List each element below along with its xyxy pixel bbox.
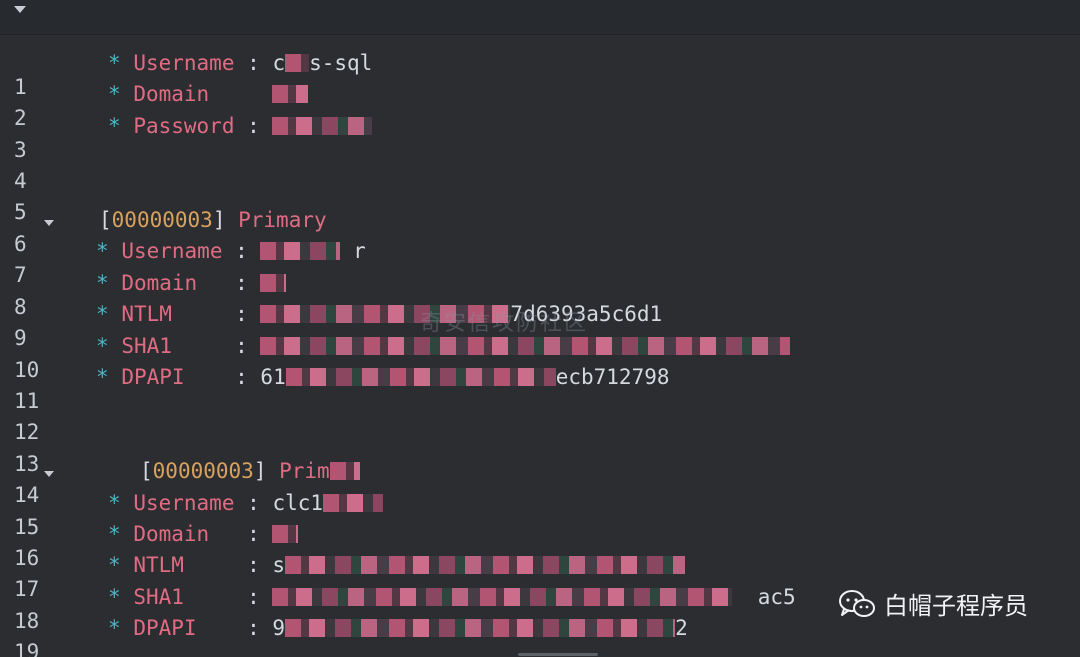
chevron-down-icon[interactable] [14,6,26,13]
line-content: * DPAPI : 92 [108,616,688,640]
line-content: * Username : clc1 [108,491,384,515]
line-content: * Domain [108,82,309,106]
code-line[interactable]: 11 * DPAPI : 61 ecb712798 [0,365,1080,413]
code-line[interactable]: 16 * Domain : [0,522,1080,570]
line-content: * Password : [108,114,373,138]
chevron-down-icon[interactable] [44,220,54,226]
line-content: * SHA1 : ac5 [108,585,796,609]
line-content: [00000003] Prim [140,459,360,483]
code-line[interactable]: 7 * Username : r [0,239,1080,287]
watermark: 奇安信攻防社区 [420,311,589,336]
redacted-value [285,367,556,386]
code-line[interactable]: 13 [0,428,1080,476]
code-line[interactable]: 3 * Password : [0,114,1080,162]
code-line[interactable]: 14 [00000003] Prim [0,459,1080,507]
redacted-value [272,116,373,135]
code-line[interactable]: 2 * Domain [0,82,1080,130]
code-line[interactable]: 4 [0,145,1080,193]
code-editor[interactable]: 1 * Username : c s-sql 2 * Domain 3 * Pas… [0,0,1080,657]
code-line[interactable]: 1 * Username : c s-sql [0,51,1080,99]
redacted-value [260,273,287,292]
code-line[interactable]: 5 [0,176,1080,224]
redacted-value [260,336,791,355]
code-line[interactable]: 17 * NTLM : s [0,553,1080,601]
redacted-value [272,524,299,543]
scroll-handle[interactable] [518,653,598,656]
code-line[interactable]: 15 * Username : clc1 [0,491,1080,539]
line-content: * Username : r [96,239,366,263]
line-content: * Domain : [108,522,299,546]
redacted-value [329,461,360,480]
chevron-down-icon[interactable] [44,471,54,477]
wechat-icon [838,589,876,619]
redacted-value [323,493,384,512]
line-number: 19 [14,640,40,657]
code-line[interactable]: 10 * SHA1 : [0,334,1080,382]
redacted-value [272,84,309,103]
line-content: * Domain : [96,271,287,295]
code-line[interactable]: 12 [0,396,1080,444]
line-content: [00000003] Primary [99,208,327,232]
brand-name: 白帽子程序员 [884,592,1028,620]
line-content: * DPAPI : 61 ecb712798 [96,365,670,389]
code-line[interactable]: 8 * Domain : [0,271,1080,319]
redacted-value [260,241,341,260]
redacted-value [285,53,310,72]
line-content: * Username : c s-sql [108,51,373,75]
brand-badge: 白帽子程序员 [838,586,1028,621]
redacted-value [285,618,676,637]
line-content: * SHA1 : [96,334,791,358]
redacted-value [285,555,686,574]
code-line[interactable]: 6 [00000003] Primary [0,208,1080,256]
redacted-value [272,587,733,606]
line-content: * NTLM : s [108,553,686,577]
editor-toolbar [0,0,1080,35]
